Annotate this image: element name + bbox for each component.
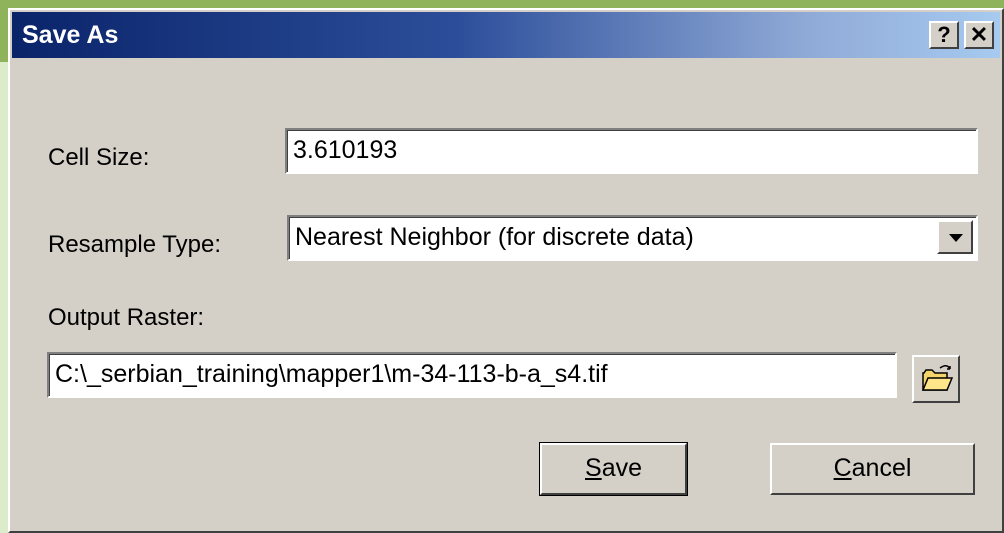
resample-type-value: Nearest Neighbor (for discrete data) [295, 223, 694, 251]
chevron-down-icon [949, 234, 963, 242]
background-light-strip [0, 62, 8, 533]
cell-size-input[interactable]: 3.610193 [285, 128, 978, 174]
save-mnemonic: S [585, 454, 602, 482]
resample-type-select[interactable]: Nearest Neighbor (for discrete data) [287, 215, 978, 261]
help-icon: ? [937, 22, 951, 47]
close-icon: ✕ [969, 22, 989, 47]
background-top [0, 0, 1004, 8]
save-label-rest: ave [601, 454, 642, 482]
resample-type-dropdown-button[interactable] [937, 220, 973, 254]
cancel-label-rest: ancel [851, 454, 912, 482]
output-raster-label: Output Raster: [48, 304, 205, 331]
save-button[interactable]: Save [539, 442, 688, 496]
open-folder-icon [921, 365, 954, 391]
cell-size-label: Cell Size: [48, 144, 150, 171]
help-button[interactable]: ? [929, 21, 959, 49]
window-title: Save As [22, 21, 119, 49]
cancel-mnemonic: C [833, 454, 852, 482]
save-as-dialog: Save As ? ✕ Cell Size: 3.610193 Resample… [8, 8, 1004, 533]
output-raster-input[interactable]: C:\_serbian_training\mapper1\m-34-113-b-… [47, 352, 897, 398]
browse-button[interactable] [912, 355, 960, 403]
resample-type-label: Resample Type: [48, 231, 221, 258]
background-left [0, 0, 8, 533]
cancel-button[interactable]: Cancel [770, 443, 975, 495]
title-bar[interactable]: Save As ? ✕ [12, 12, 1000, 58]
close-button[interactable]: ✕ [964, 21, 994, 49]
